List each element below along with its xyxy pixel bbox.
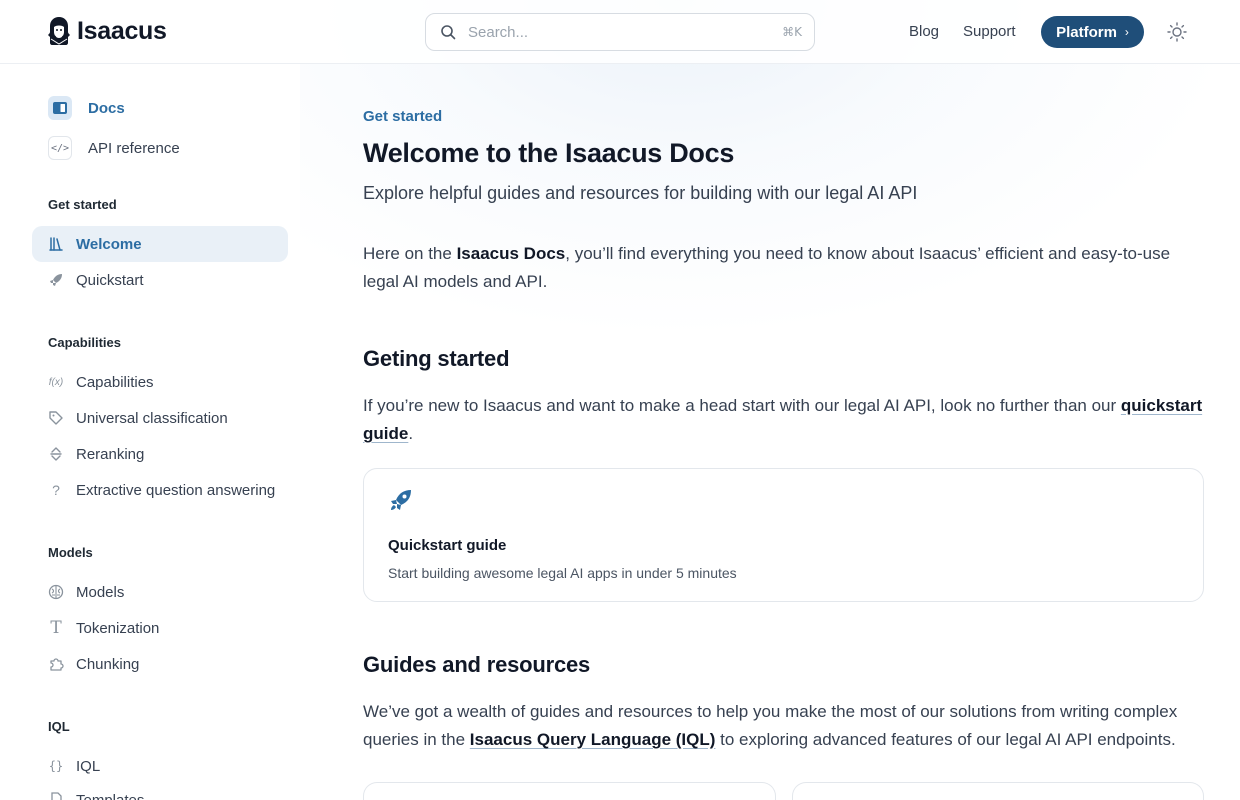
sidebar-item-extractive-qa[interactable]: ? Extractive question answering [32,472,288,508]
guides-paragraph: We’ve got a wealth of guides and resourc… [363,698,1205,754]
code-icon: </> [48,136,72,160]
text-icon: T [50,618,62,638]
rocket-icon [48,272,64,288]
sidebar-item-tokenization[interactable]: T Tokenization [32,610,288,646]
intro-bold: Isaacus Docs [456,244,566,263]
nav-support-link[interactable]: Support [963,23,1016,40]
sidebar-item-welcome[interactable]: Welcome [32,226,288,262]
search-shortcut: ⌘K [782,25,802,39]
sidebar-item-label: Models [76,583,125,601]
platform-button-label: Platform [1056,23,1117,41]
brand-name: Isaacus [77,16,167,45]
brand-logo[interactable]: Isaacus [47,16,167,46]
file-icon [48,792,64,800]
sidebar-item-label: Quickstart [76,271,144,289]
sidebar-item-label: Capabilities [76,373,154,391]
sidebar-link-api-label: API reference [88,139,180,157]
sidebar-item-iql[interactable]: {} IQL [32,748,288,784]
question-icon: ? [52,482,60,498]
getting-started-text-before: If you’re new to Isaacus and want to mak… [363,396,1121,415]
quickstart-card[interactable]: Quickstart guide Start building awesome … [363,468,1204,602]
sidebar-item-reranking[interactable]: Reranking [32,436,288,472]
puzzle-icon [48,656,64,672]
chevron-right-icon: › [1124,25,1129,39]
section-heading-models: Models [48,545,93,560]
sidebar-item-capabilities[interactable]: f(x) Capabilities [32,364,288,400]
sort-icon [48,446,64,462]
getting-started-text-after: . [408,424,414,443]
section-heading-iql: IQL [48,719,70,734]
top-header: Isaacus Search... ⌘K Blog Support Platfo… [0,0,1240,64]
sidebar-item-templates[interactable]: Templates [32,782,288,800]
sidebar-item-quickstart[interactable]: Quickstart [32,262,288,298]
sidebar-item-label: IQL [76,757,101,775]
page-eyebrow: Get started [363,108,443,125]
sidebar-link-docs[interactable]: Docs [48,96,125,120]
function-icon: f(x) [48,376,64,388]
intro-paragraph: Here on the Isaacus Docs, you’ll find ev… [363,240,1205,296]
nav-blog-link[interactable]: Blog [909,23,939,40]
guides-text-after: to exploring advanced features of our le… [715,730,1176,749]
sidebar-item-models[interactable]: Models [32,574,288,610]
section-heading-getting-started: Geting started [363,346,510,371]
section-heading-guides: Guides and resources [363,652,591,677]
tag-icon [48,410,64,426]
card-description: Start building awesome legal AI apps in … [388,565,737,581]
section-heading-capabilities: Capabilities [48,335,121,350]
search-input[interactable]: Search... ⌘K [425,13,815,51]
getting-started-paragraph: If you’re new to Isaacus and want to mak… [363,392,1205,448]
braces-icon: {} [48,759,64,773]
book-icon [48,96,72,120]
intro-text-before: Here on the [363,244,457,263]
page-subtitle: Explore helpful guides and resources for… [363,183,918,203]
search-placeholder: Search... [468,23,529,41]
sidebar-item-universal-classification[interactable]: Universal classification [32,400,288,436]
sidebar-item-label: Tokenization [76,619,160,637]
sidebar-item-label: Extractive question answering [76,481,276,499]
card-title: Quickstart guide [388,537,507,554]
guide-card[interactable] [792,782,1204,800]
sidebar-item-label: Chunking [76,655,140,673]
sidebar-link-api-reference[interactable]: </> API reference [48,136,180,160]
page-title: Welcome to the Isaacus Docs [363,138,735,168]
sidebar-item-chunking[interactable]: Chunking [32,646,288,682]
sidebar-link-docs-label: Docs [88,99,125,117]
search-icon [441,25,456,40]
platform-button[interactable]: Platform › [1041,16,1144,48]
rocket-icon [391,490,411,510]
sidebar-item-label: Templates [76,791,145,800]
iql-link[interactable]: Isaacus Query Language (IQL) [470,730,716,749]
sidebar-item-label: Universal classification [76,409,228,427]
sidebar-item-label: Welcome [76,235,142,253]
logo-icon [48,17,70,45]
guide-card[interactable] [363,782,776,800]
section-heading-get-started: Get started [48,197,117,212]
library-icon [48,236,64,252]
sidebar: Docs </> API reference Get started Welco… [0,64,310,800]
brain-icon [48,584,64,600]
sidebar-item-label: Reranking [76,445,145,463]
sun-icon[interactable] [1166,21,1188,43]
